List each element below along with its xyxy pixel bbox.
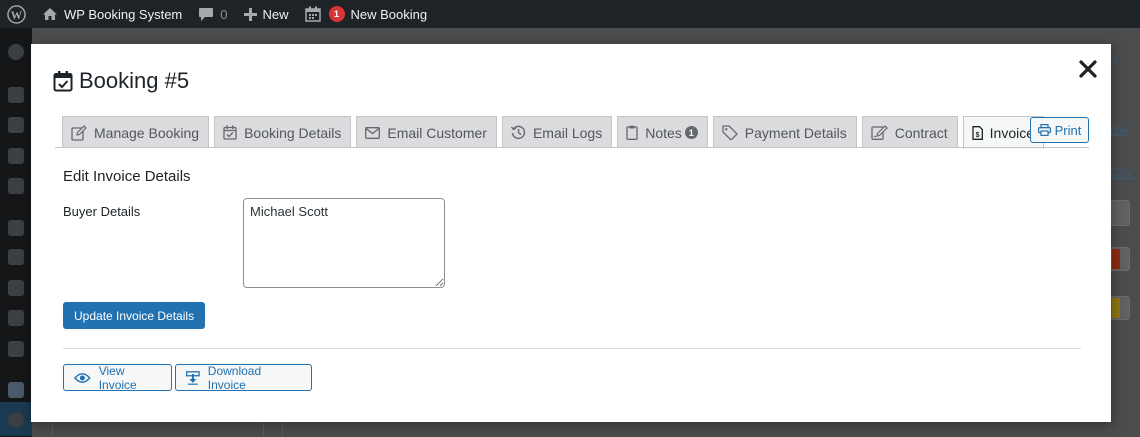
print-button[interactable]: Print xyxy=(1030,117,1089,143)
envelope-icon xyxy=(365,126,381,139)
history-icon xyxy=(510,125,526,139)
wordpress-logo-icon[interactable]: W xyxy=(0,0,38,28)
bg-column-line-2 xyxy=(263,422,264,437)
admin-bar: W WP Booking System 0 New 1 New Booking xyxy=(0,0,1140,28)
view-invoice-label: View Invoice xyxy=(98,363,137,392)
download-invoice-button[interactable]: Download Invoice xyxy=(175,363,312,392)
calendar-icon xyxy=(304,6,321,22)
tab-label: Email Logs xyxy=(532,124,603,141)
printer-icon xyxy=(1037,124,1051,136)
bg-link-title: title xyxy=(1110,123,1129,137)
collapse-icon xyxy=(8,412,24,428)
booking-modal: Booking #5 Manage Booking Booking Detail… xyxy=(31,44,1111,422)
tab-payment-details[interactable]: Payment Details xyxy=(712,116,857,148)
dashboard-icon xyxy=(8,44,24,60)
tag-icon xyxy=(722,125,738,140)
tab-label: Notes xyxy=(645,124,682,141)
tab-notes[interactable]: Notes 1 xyxy=(617,116,708,148)
edit-icon xyxy=(71,124,87,141)
home-icon xyxy=(43,8,57,20)
bg-column-line-3 xyxy=(282,422,283,437)
download-icon xyxy=(186,370,200,385)
new-booking-label: New Booking xyxy=(350,6,428,22)
calendar-check-icon xyxy=(223,125,237,140)
view-invoice-button[interactable]: View Invoice xyxy=(63,363,172,392)
section-title: Edit Invoice Details xyxy=(63,168,191,185)
tab-label: Payment Details xyxy=(744,124,847,141)
eye-icon xyxy=(74,372,91,383)
download-invoice-label: Download Invoice xyxy=(207,363,262,392)
tab-label: Email Customer xyxy=(387,124,487,141)
users-icon xyxy=(8,280,24,296)
section-divider xyxy=(63,348,1081,349)
new-label: New xyxy=(262,6,289,22)
tab-booking-details[interactable]: Booking Details xyxy=(214,116,352,148)
svg-text:$: $ xyxy=(975,132,979,139)
close-icon[interactable] xyxy=(1077,58,1099,80)
tab-email-logs[interactable]: Email Logs xyxy=(501,116,613,148)
signature-icon xyxy=(871,125,888,140)
tools-icon xyxy=(8,310,24,326)
tab-contract[interactable]: Contract xyxy=(861,116,958,148)
tab-email-customer[interactable]: Email Customer xyxy=(356,116,497,148)
comments-link[interactable]: 0 xyxy=(190,0,235,28)
modal-title-text: Booking #5 xyxy=(79,68,190,93)
tab-manage-booking[interactable]: Manage Booking xyxy=(62,116,210,148)
bg-red-marker xyxy=(1112,249,1120,269)
comments-count: 0 xyxy=(220,6,228,22)
buyer-details-textarea[interactable]: Michael Scott xyxy=(243,198,445,288)
svg-text:W: W xyxy=(11,9,23,21)
new-content-link[interactable]: New xyxy=(236,0,297,28)
update-invoice-button[interactable]: Update Invoice Details xyxy=(63,302,206,329)
tab-label: Manage Booking xyxy=(94,124,200,141)
buyer-details-label: Buyer Details xyxy=(63,204,141,219)
appearance-icon xyxy=(8,220,24,236)
new-booking-link[interactable]: 1 New Booking xyxy=(297,0,436,28)
modal-tabs: Manage Booking Booking Details Email Cus… xyxy=(62,116,1049,149)
media-icon xyxy=(8,117,24,133)
bg-column-line-1 xyxy=(52,422,53,437)
tab-label: Invoice xyxy=(989,125,1035,141)
booking-count-badge: 1 xyxy=(328,6,345,22)
tab-label: Contract xyxy=(894,124,948,141)
bg-link-csv: CSV xyxy=(1110,166,1135,180)
print-label: Print xyxy=(1054,122,1082,138)
site-name: WP Booking System xyxy=(64,6,183,22)
invoice-icon: $ xyxy=(972,126,983,140)
comment-icon xyxy=(199,7,214,21)
admin-sidebar xyxy=(0,28,32,437)
tabs-divider xyxy=(55,147,1089,148)
notes-count-badge: 1 xyxy=(684,126,698,139)
bg-yellow-marker xyxy=(1112,298,1120,318)
tab-label: Booking Details xyxy=(244,124,342,141)
plus-icon xyxy=(243,7,257,21)
pin-icon xyxy=(8,87,24,103)
settings-icon xyxy=(8,341,24,357)
plugins-icon xyxy=(8,249,24,265)
clipboard-icon xyxy=(626,125,638,140)
comments-icon xyxy=(8,178,24,194)
pages-icon xyxy=(8,148,24,164)
site-name-link[interactable]: WP Booking System xyxy=(38,0,190,28)
booking-calendar-icon xyxy=(8,382,24,398)
calendar-check-icon xyxy=(53,71,73,92)
modal-title: Booking #5 xyxy=(53,68,189,94)
